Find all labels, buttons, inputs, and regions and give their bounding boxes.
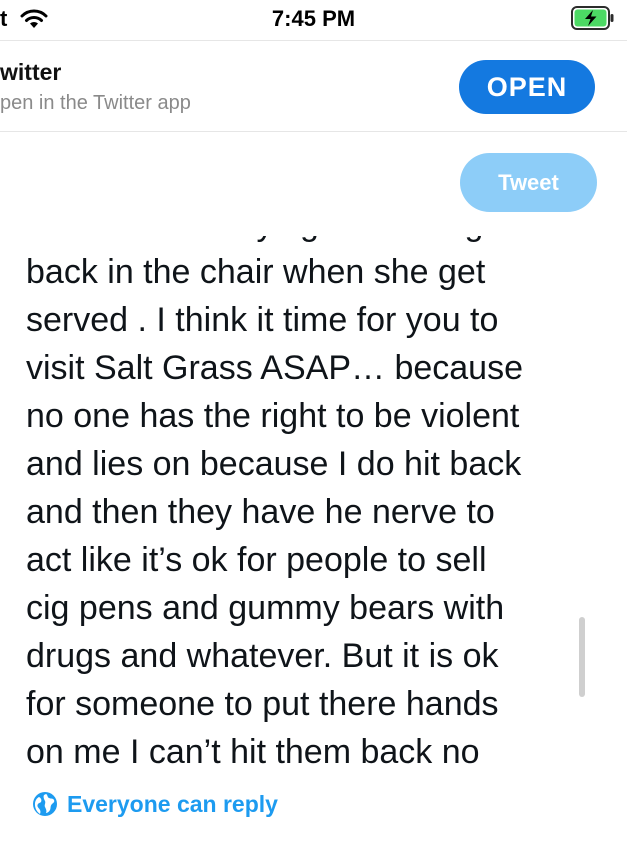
tweet-button[interactable]: Tweet: [460, 153, 597, 212]
battery-charging-icon: [571, 6, 615, 30]
tweet-text[interactable]: with her fake crying and falling back in…: [26, 236, 596, 776]
app-banner: witter pen in the Twitter app OPEN: [0, 40, 627, 132]
banner-title: witter: [0, 59, 62, 85]
globe-icon: [32, 791, 58, 817]
reply-setting-button[interactable]: Everyone can reply: [32, 788, 278, 820]
banner-subtitle: pen in the Twitter app: [0, 92, 191, 114]
reply-setting-label: Everyone can reply: [67, 790, 278, 817]
scrollbar-thumb[interactable]: [579, 617, 585, 697]
status-time: 7:45 PM: [271, 6, 356, 31]
status-bar: t 7:45 PM: [0, 0, 627, 40]
tweet-text-area[interactable]: with her fake crying and falling back in…: [26, 236, 596, 778]
open-app-button[interactable]: OPEN: [459, 60, 595, 114]
